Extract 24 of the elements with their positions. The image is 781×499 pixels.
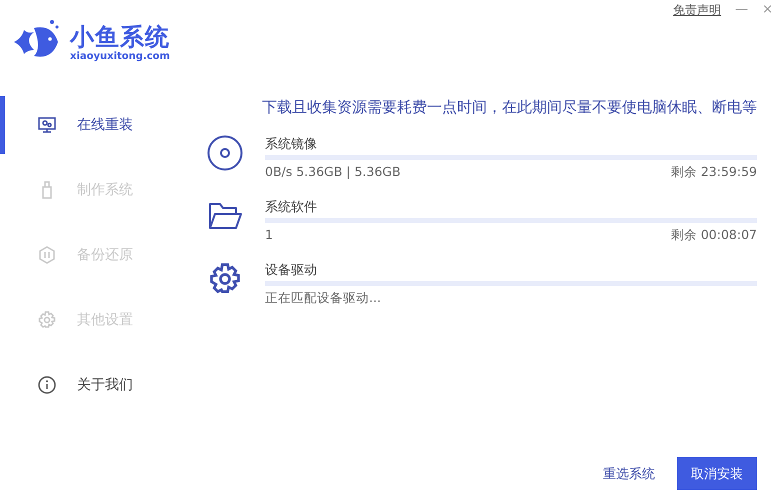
task-detail: 1 bbox=[265, 227, 273, 244]
selection-bar bbox=[0, 96, 5, 154]
task-detail: 正在匹配设备驱动... bbox=[265, 290, 381, 307]
remaining-time: 剩余 00:08:07 bbox=[670, 227, 757, 244]
task-title: 系统软件 bbox=[265, 199, 318, 214]
task-title: 设备驱动 bbox=[265, 262, 318, 277]
app-name: 小鱼系统 bbox=[70, 22, 170, 50]
minimize-button[interactable]: — bbox=[735, 2, 748, 17]
disclaimer-link[interactable]: 免责声明 bbox=[673, 2, 722, 19]
sidebar-item[interactable]: 关于我们 bbox=[0, 356, 200, 414]
website-address: xiaoyuxitong.com bbox=[70, 50, 170, 62]
task-detail: 0B/s 5.36GB | 5.36GB bbox=[265, 164, 401, 181]
info-icon bbox=[37, 375, 57, 395]
close-button[interactable]: × bbox=[762, 2, 773, 17]
task-title: 系统镜像 bbox=[265, 136, 318, 151]
settings-icon bbox=[37, 310, 57, 330]
sidebar-item[interactable]: 在线重装 bbox=[0, 96, 200, 154]
monitor-icon bbox=[37, 115, 57, 135]
reselect-system-button[interactable]: 重选系统 bbox=[597, 464, 661, 484]
notice-text: 下载且收集资源需要耗费一点时间，在此期间尽量不要使电脑休眠、断电等 bbox=[261, 98, 757, 117]
hexagon-icon bbox=[37, 245, 57, 265]
remaining-time: 剩余 23:59:59 bbox=[670, 164, 757, 181]
cancel-install-button[interactable]: 取消安装 bbox=[677, 457, 757, 490]
disc-icon bbox=[207, 135, 243, 171]
